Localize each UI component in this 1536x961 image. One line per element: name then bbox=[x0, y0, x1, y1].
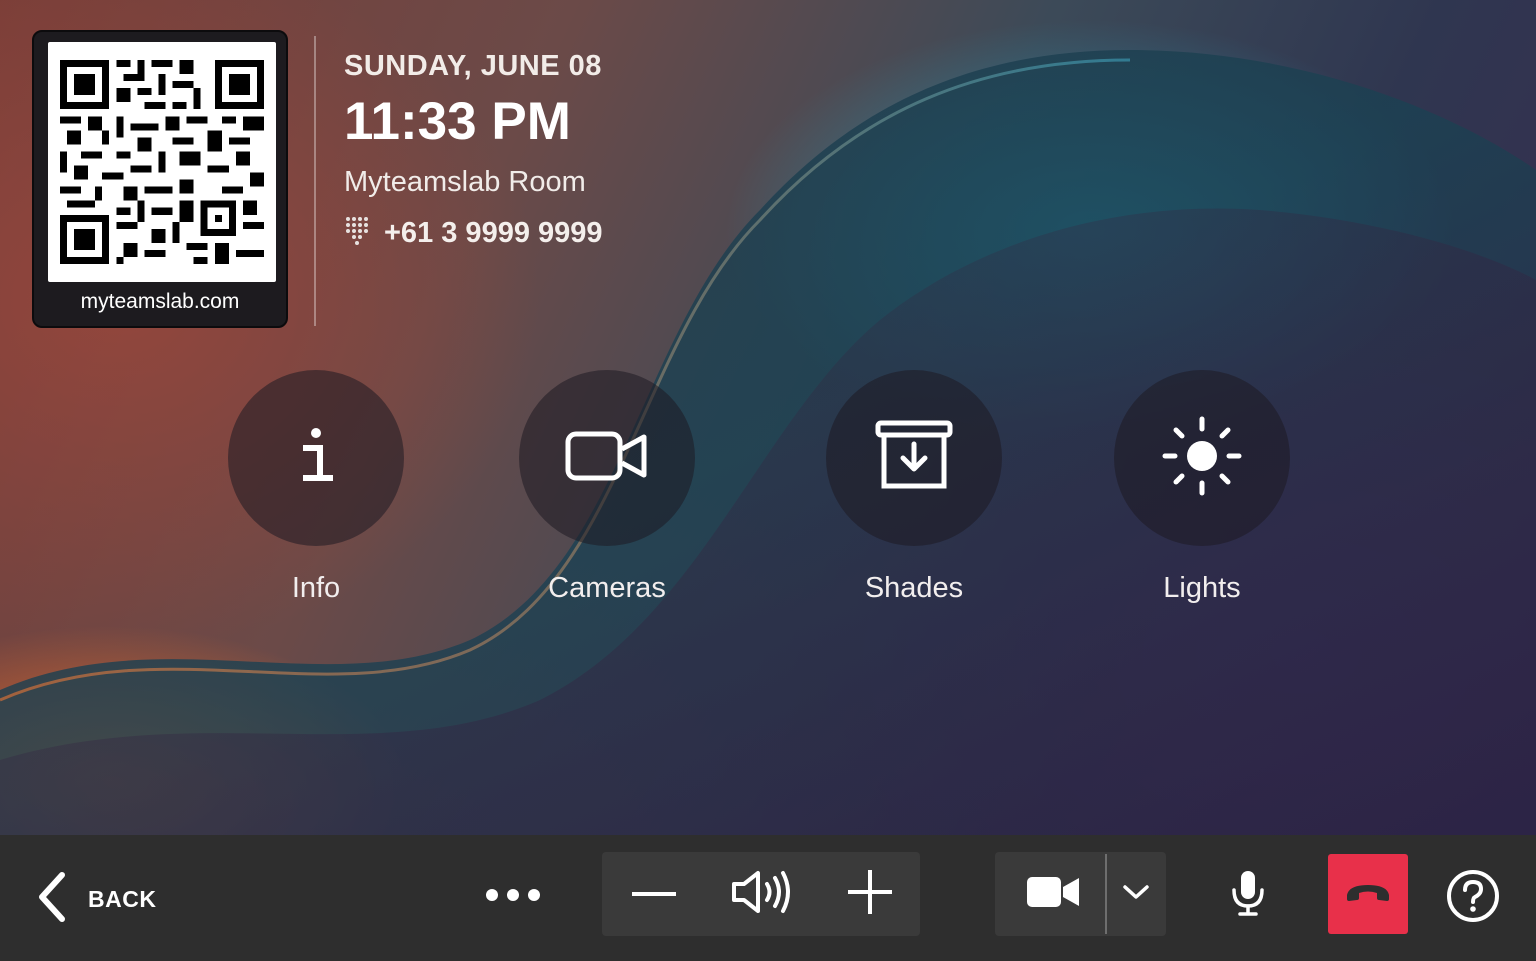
back-label: BACK bbox=[88, 885, 157, 912]
qr-code-pattern bbox=[60, 60, 264, 264]
help-icon bbox=[1446, 869, 1500, 928]
more-icon bbox=[485, 888, 541, 907]
info-icon bbox=[296, 426, 336, 491]
qr-caption: myteamslab.com bbox=[80, 290, 240, 313]
cameras-button[interactable] bbox=[519, 370, 695, 546]
phone-row: +61 3 9999 9999 bbox=[344, 215, 603, 252]
tile-cameras-label: Cameras bbox=[548, 572, 666, 604]
dialpad-icon bbox=[344, 215, 370, 252]
video-camera-icon bbox=[565, 431, 649, 486]
time-label: 11:33 PM bbox=[344, 92, 571, 151]
volume-mute-button[interactable] bbox=[720, 852, 804, 936]
info-button[interactable] bbox=[228, 370, 404, 546]
tile-info[interactable]: Info bbox=[216, 370, 416, 610]
camera-icon bbox=[1027, 875, 1079, 914]
date-label: SUNDAY, JUNE 08 bbox=[344, 50, 602, 82]
bottom-bar: BACK bbox=[0, 835, 1536, 961]
tile-lights-label: Lights bbox=[1163, 572, 1241, 604]
camera-options-button[interactable] bbox=[1109, 852, 1163, 936]
hang-up-icon bbox=[1345, 881, 1391, 908]
mute-mic-button[interactable] bbox=[1218, 857, 1278, 933]
minus-icon bbox=[632, 885, 676, 903]
volume-control bbox=[602, 852, 920, 936]
volume-down-button[interactable] bbox=[614, 852, 694, 936]
qr-code bbox=[48, 42, 276, 282]
lights-button[interactable] bbox=[1114, 370, 1290, 546]
qr-card: myteamslab.com bbox=[32, 30, 288, 328]
volume-up-button[interactable] bbox=[830, 852, 910, 936]
camera-toggle-button[interactable] bbox=[1005, 852, 1101, 936]
shades-button[interactable] bbox=[826, 370, 1002, 546]
tile-info-label: Info bbox=[291, 572, 341, 604]
help-button[interactable] bbox=[1444, 869, 1502, 927]
tile-lights[interactable]: Lights bbox=[1102, 370, 1302, 610]
room-info: SUNDAY, JUNE 08 11:33 PM Myteamslab Room… bbox=[344, 50, 603, 252]
chevron-down-icon bbox=[1122, 884, 1150, 905]
header-divider bbox=[314, 36, 316, 326]
plus-icon bbox=[848, 869, 892, 919]
microphone-icon bbox=[1231, 870, 1265, 921]
tile-shades[interactable]: Shades bbox=[814, 370, 1014, 610]
shades-icon bbox=[875, 420, 953, 497]
camera-separator bbox=[1105, 854, 1107, 934]
more-button[interactable] bbox=[478, 875, 548, 919]
back-button[interactable]: BACK bbox=[36, 871, 156, 927]
phone-number: +61 3 9999 9999 bbox=[384, 217, 603, 249]
speaker-icon bbox=[731, 869, 793, 920]
camera-control bbox=[995, 852, 1166, 936]
sun-icon bbox=[1162, 416, 1242, 501]
room-name: Myteamslab Room bbox=[344, 166, 586, 198]
tile-cameras[interactable]: Cameras bbox=[507, 370, 707, 610]
chevron-left-icon bbox=[36, 871, 68, 928]
tile-shades-label: Shades bbox=[864, 572, 964, 604]
hang-up-button[interactable] bbox=[1328, 854, 1408, 934]
